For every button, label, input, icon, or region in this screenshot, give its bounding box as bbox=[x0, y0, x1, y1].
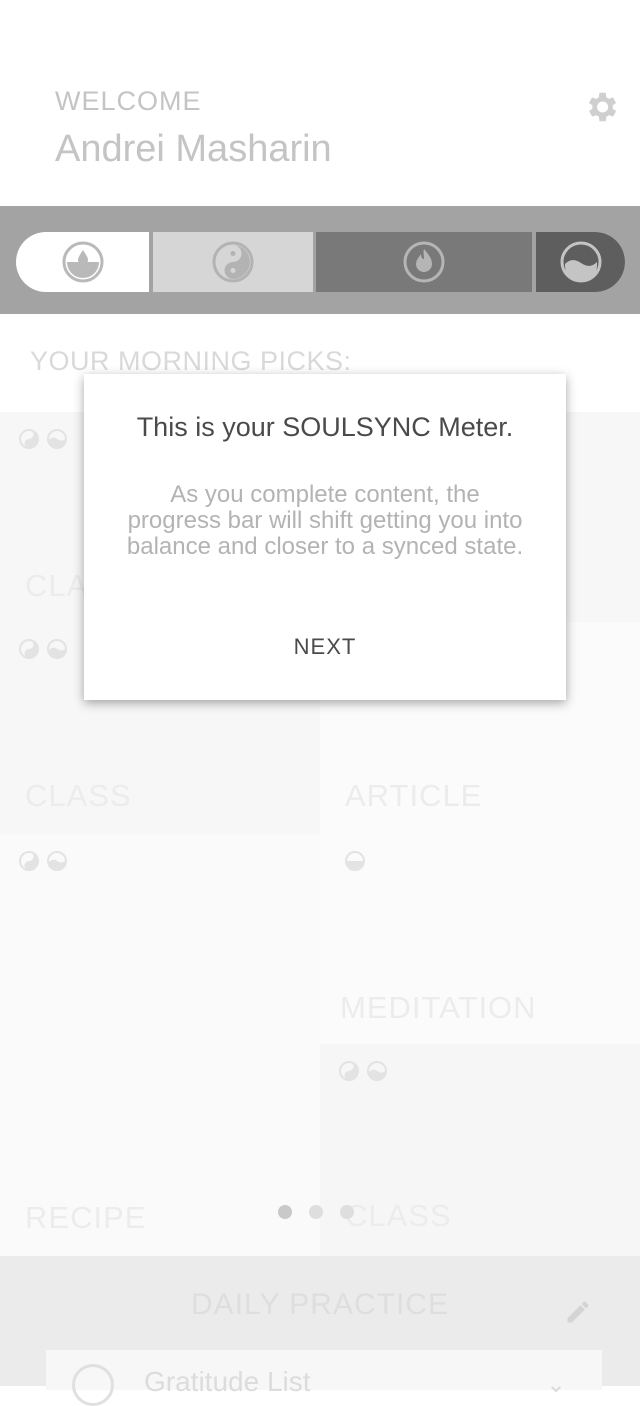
pencil-icon[interactable] bbox=[564, 1298, 592, 1326]
welcome-label: WELCOME bbox=[55, 86, 202, 116]
daily-practice-title: DAILY PRACTICE bbox=[191, 1288, 449, 1321]
page-dot[interactable] bbox=[278, 1205, 292, 1219]
content-tile-recipe[interactable]: RECIPE bbox=[0, 834, 320, 1256]
soulsync-tutorial-dialog: This is your SOULSYNC Meter. As you comp… bbox=[84, 374, 566, 700]
tile-label: RECIPE bbox=[25, 1200, 147, 1235]
wave-icon bbox=[47, 429, 67, 449]
dialog-body: As you complete content, the progress ba… bbox=[126, 481, 524, 560]
tile-icons bbox=[338, 1060, 388, 1082]
next-button[interactable]: NEXT bbox=[84, 634, 566, 660]
water-drop-icon bbox=[345, 851, 365, 871]
checkbox-circle[interactable] bbox=[72, 1364, 114, 1406]
tile-label: ARTICLE bbox=[345, 778, 483, 813]
tile-label: CLASS bbox=[25, 778, 132, 813]
user-name: Andrei Masharin bbox=[55, 128, 332, 170]
tile-icons bbox=[18, 850, 68, 872]
tile-label: MEDITATION bbox=[340, 990, 537, 1025]
practice-item[interactable]: Gratitude List ⌄ bbox=[46, 1350, 602, 1406]
content-tile-meditation[interactable]: MEDITATION bbox=[320, 834, 640, 1044]
yin-yang-icon bbox=[19, 851, 39, 871]
yin-yang-icon bbox=[212, 241, 254, 283]
meter-track bbox=[16, 232, 625, 292]
wave-icon bbox=[367, 1061, 387, 1081]
meter-segment-wave bbox=[536, 232, 625, 292]
soulsync-meter bbox=[0, 206, 640, 314]
yin-yang-icon bbox=[339, 1061, 359, 1081]
tile-label: CLASS bbox=[345, 1198, 452, 1233]
header: WELCOME Andrei Masharin bbox=[0, 0, 640, 206]
picks-title: YOUR MORNING PICKS: bbox=[30, 346, 352, 376]
wave-icon bbox=[560, 241, 601, 283]
practice-item-label: Gratitude List bbox=[144, 1366, 311, 1397]
tile-icons bbox=[18, 428, 68, 450]
meter-segment-water bbox=[16, 232, 149, 292]
tile-icons bbox=[18, 638, 68, 660]
gear-icon[interactable] bbox=[582, 88, 620, 126]
water-drop-icon bbox=[62, 241, 103, 283]
chevron-down-icon[interactable]: ⌄ bbox=[546, 1370, 566, 1399]
yin-yang-icon bbox=[19, 639, 39, 659]
dialog-title: This is your SOULSYNC Meter. bbox=[136, 412, 514, 442]
tile-icons bbox=[344, 850, 366, 872]
wave-icon bbox=[47, 639, 67, 659]
page-dot[interactable] bbox=[340, 1205, 354, 1219]
meter-segment-fire bbox=[316, 232, 532, 292]
yin-yang-icon bbox=[19, 429, 39, 449]
wave-icon bbox=[47, 851, 67, 871]
daily-practice-section: DAILY PRACTICE Gratitude List ⌄ bbox=[0, 1256, 640, 1406]
meter-segment-balance bbox=[153, 232, 313, 292]
page-indicator bbox=[278, 1205, 354, 1219]
fire-icon bbox=[403, 241, 445, 283]
page-dot[interactable] bbox=[309, 1205, 323, 1219]
content-tile-class[interactable]: CLASS bbox=[320, 1044, 640, 1256]
